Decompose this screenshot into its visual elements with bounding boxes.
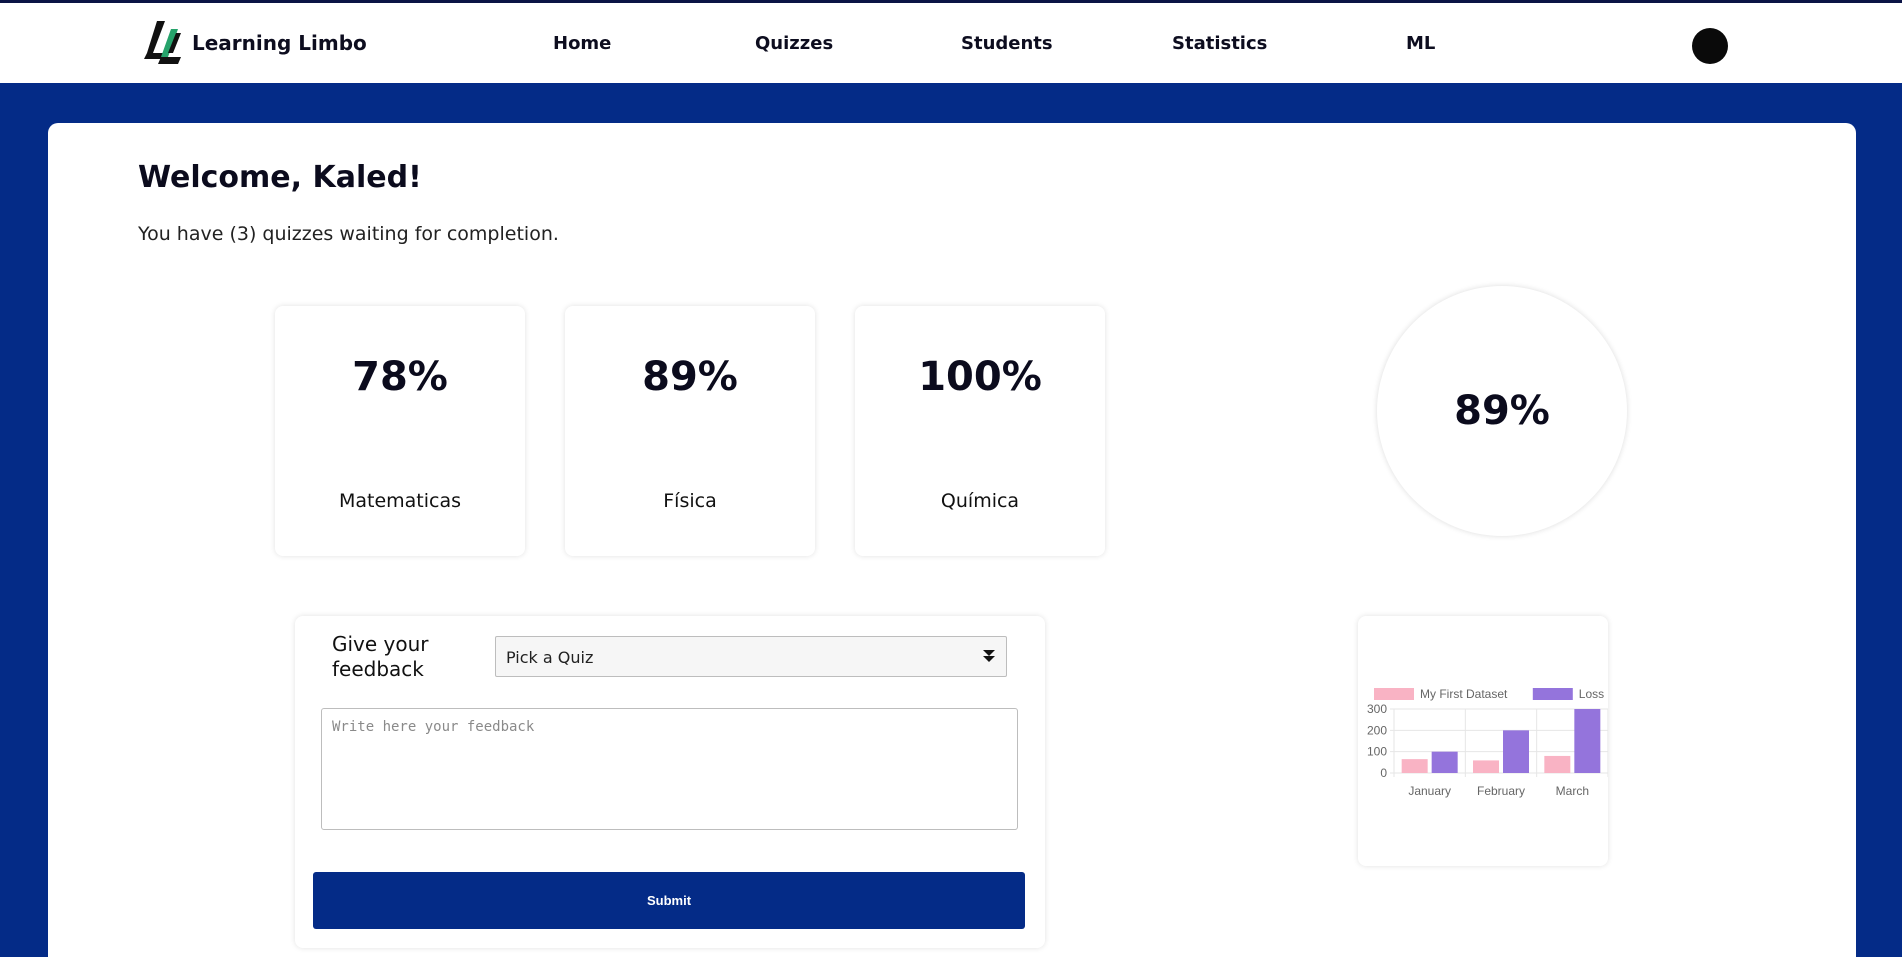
legend-swatch xyxy=(1374,688,1414,700)
score-percent: 78% xyxy=(352,354,448,400)
y-tick-label: 200 xyxy=(1367,723,1387,737)
bar-my-first-dataset xyxy=(1401,759,1428,773)
score-card-matematicas: 78% Matematicas xyxy=(275,306,525,556)
score-percent: 89% xyxy=(642,354,738,400)
x-tick-label: February xyxy=(1477,784,1525,798)
navbar: Learning Limbo Home Quizzes Students Sta… xyxy=(0,3,1902,83)
y-tick-label: 300 xyxy=(1367,702,1387,716)
chevron-down-icon xyxy=(983,650,995,662)
subject-name: Química xyxy=(940,490,1020,512)
chart-card: 0 100 200 300 January February March My First D… xyxy=(1358,616,1608,866)
quiz-select-value: Pick a Quiz xyxy=(506,648,594,667)
quiz-select[interactable]: Pick a Quiz xyxy=(495,636,1007,677)
legend-swatch xyxy=(1532,688,1573,700)
nav-ml[interactable]: ML xyxy=(1406,33,1435,54)
nav-quizzes[interactable]: Quizzes xyxy=(755,33,833,54)
y-tick-label: 0 xyxy=(1380,766,1387,780)
bar-my-first-dataset xyxy=(1473,760,1499,773)
legend-label: My First Dataset xyxy=(1420,687,1508,701)
submit-button[interactable]: Submit xyxy=(313,872,1025,929)
feedback-textarea[interactable] xyxy=(321,708,1018,830)
x-tick-label: January xyxy=(1408,784,1451,798)
welcome-heading: Welcome, Kaled! xyxy=(138,160,422,195)
nav-statistics[interactable]: Statistics xyxy=(1172,33,1267,54)
user-avatar[interactable] xyxy=(1692,28,1728,64)
bar-loss xyxy=(1574,709,1601,773)
nav-home[interactable]: Home xyxy=(553,33,611,54)
y-tick-label: 100 xyxy=(1367,745,1387,759)
feedback-label: Give your feedback xyxy=(332,632,429,681)
subject-name: Física xyxy=(663,490,717,512)
score-percent: 100% xyxy=(918,354,1042,400)
score-card-fisica: 89% Física xyxy=(565,306,815,556)
bar-loss xyxy=(1431,751,1458,773)
overall-score: 89% xyxy=(1454,388,1550,434)
legend-label: Loss xyxy=(1579,687,1604,701)
bar-chart: 0 100 200 300 January February March My First D… xyxy=(1367,687,1608,798)
score-card-quimica: 100% Química xyxy=(855,306,1105,556)
nav-students[interactable]: Students xyxy=(961,33,1053,54)
logo-icon xyxy=(144,21,181,64)
pending-quizzes-text: You have (3) quizzes waiting for complet… xyxy=(138,223,559,245)
subject-name: Matematicas xyxy=(338,490,462,512)
feedback-card: Give your feedback Pick a Quiz Submit xyxy=(295,616,1045,948)
overall-score-circle: 89% xyxy=(1377,286,1627,536)
x-tick-label: March xyxy=(1556,784,1589,798)
brand-name[interactable]: Learning Limbo xyxy=(192,31,367,55)
bar-my-first-dataset xyxy=(1544,755,1571,773)
bar-loss xyxy=(1503,730,1529,773)
